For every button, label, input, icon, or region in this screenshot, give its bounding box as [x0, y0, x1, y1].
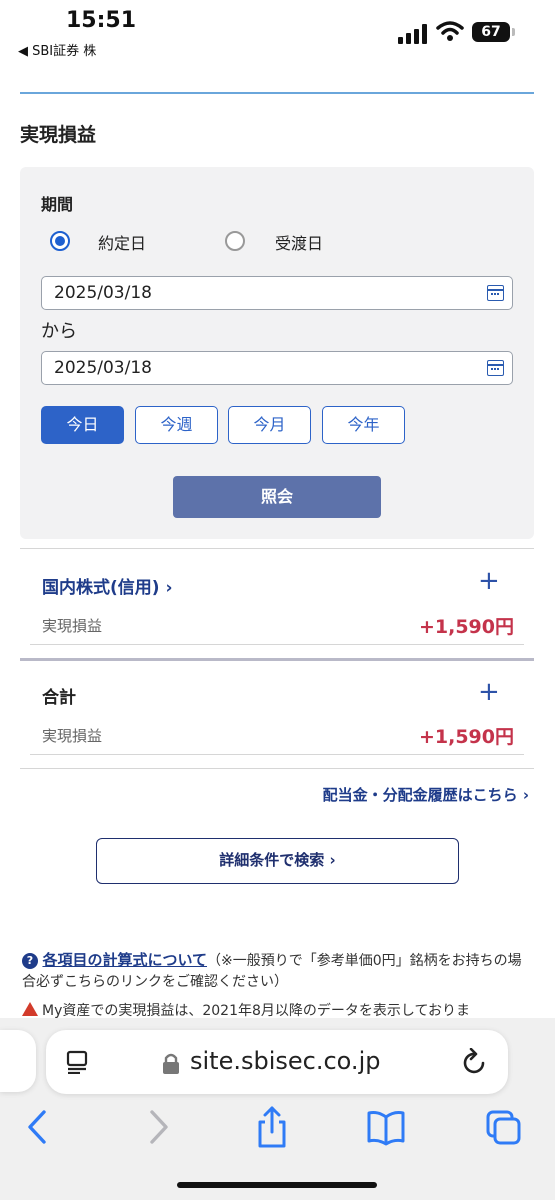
page-title: 実現損益 — [20, 124, 97, 146]
expand-plus-icon[interactable]: + — [478, 568, 500, 594]
warning-icon — [22, 1002, 38, 1016]
battery-indicator: 67 — [472, 22, 510, 42]
from-date-value: 2025/03/18 — [54, 283, 152, 303]
bookmarks-icon[interactable] — [366, 1104, 406, 1150]
period-label: 期間 — [41, 195, 74, 214]
header-divider — [20, 92, 534, 94]
status-time: 15:51 — [66, 8, 137, 33]
filter-panel: 期間 約定日 受渡日 2025/03/18 から 2025/03/18 今日 今… — [20, 167, 534, 539]
realized-pl-value: +1,590円 — [418, 726, 514, 748]
cellular-signal-icon — [398, 24, 427, 44]
formula-link[interactable]: 各項目の計算式について — [42, 951, 207, 969]
question-icon: ? — [22, 953, 38, 969]
home-indicator — [177, 1182, 377, 1188]
realized-pl-label: 実現損益 — [42, 617, 103, 635]
inquiry-button[interactable]: 照会 — [173, 476, 381, 518]
this-year-button[interactable]: 今年 — [322, 406, 405, 444]
realized-pl-label: 実現損益 — [42, 727, 103, 745]
from-date-input[interactable]: 2025/03/18 — [41, 276, 513, 310]
this-week-button[interactable]: 今週 — [135, 406, 218, 444]
radio-trade-date-label[interactable]: 約定日 — [98, 230, 146, 254]
warning-note: My資産での実現損益は、2021年8月以降のデータを表示しておりま — [22, 1000, 542, 1020]
forward-icon[interactable] — [138, 1104, 178, 1150]
url-text[interactable]: site.sbisec.co.jp — [190, 1047, 380, 1075]
back-to-app-link[interactable]: ◀ SBI証券 株 — [18, 40, 96, 59]
radio-settlement-date-label[interactable]: 受渡日 — [275, 230, 323, 254]
lock-icon — [163, 1053, 179, 1074]
divider — [30, 754, 524, 755]
wifi-icon — [436, 21, 464, 41]
battery-tip — [512, 28, 515, 36]
tabs-icon[interactable] — [484, 1104, 524, 1150]
realized-pl-value: +1,590円 — [418, 616, 514, 638]
share-icon[interactable] — [252, 1104, 292, 1150]
divider — [20, 548, 534, 549]
divider — [20, 768, 534, 769]
back-icon[interactable] — [18, 1104, 58, 1150]
previous-tab-peek[interactable] — [0, 1030, 36, 1092]
from-to-label: から — [41, 321, 77, 342]
detailed-search-button[interactable]: 詳細条件で検索 › — [96, 838, 459, 884]
expand-plus-icon[interactable]: + — [478, 679, 500, 705]
this-month-button[interactable]: 今月 — [228, 406, 311, 444]
address-bar[interactable]: site.sbisec.co.jp — [46, 1030, 508, 1094]
radio-settlement-date[interactable] — [225, 231, 245, 251]
calendar-icon[interactable] — [487, 285, 504, 301]
to-date-input[interactable]: 2025/03/18 — [41, 351, 513, 385]
formula-note: ? 各項目の計算式について（※一般預りで「参考単価0円」銘柄をお持ちの場合必ずこ… — [22, 950, 532, 993]
total-title: 合計 — [42, 688, 76, 708]
domestic-margin-link[interactable]: 国内株式(信用) › — [42, 573, 172, 598]
divider — [30, 644, 524, 645]
warning-text: My資産での実現損益は、2021年8月以降のデータを表示しておりま — [42, 1003, 471, 1019]
to-date-value: 2025/03/18 — [54, 358, 152, 378]
calendar-icon[interactable] — [487, 360, 504, 376]
group-separator — [20, 658, 534, 661]
radio-trade-date[interactable] — [50, 231, 70, 251]
dividend-history-link[interactable]: 配当金・分配金履歴はこちら › — [323, 784, 529, 805]
reload-icon[interactable] — [462, 1048, 488, 1076]
reader-mode-icon[interactable] — [66, 1050, 88, 1074]
today-button[interactable]: 今日 — [41, 406, 124, 444]
status-bar: 15:51 ◀ SBI証券 株 67 — [0, 0, 555, 62]
